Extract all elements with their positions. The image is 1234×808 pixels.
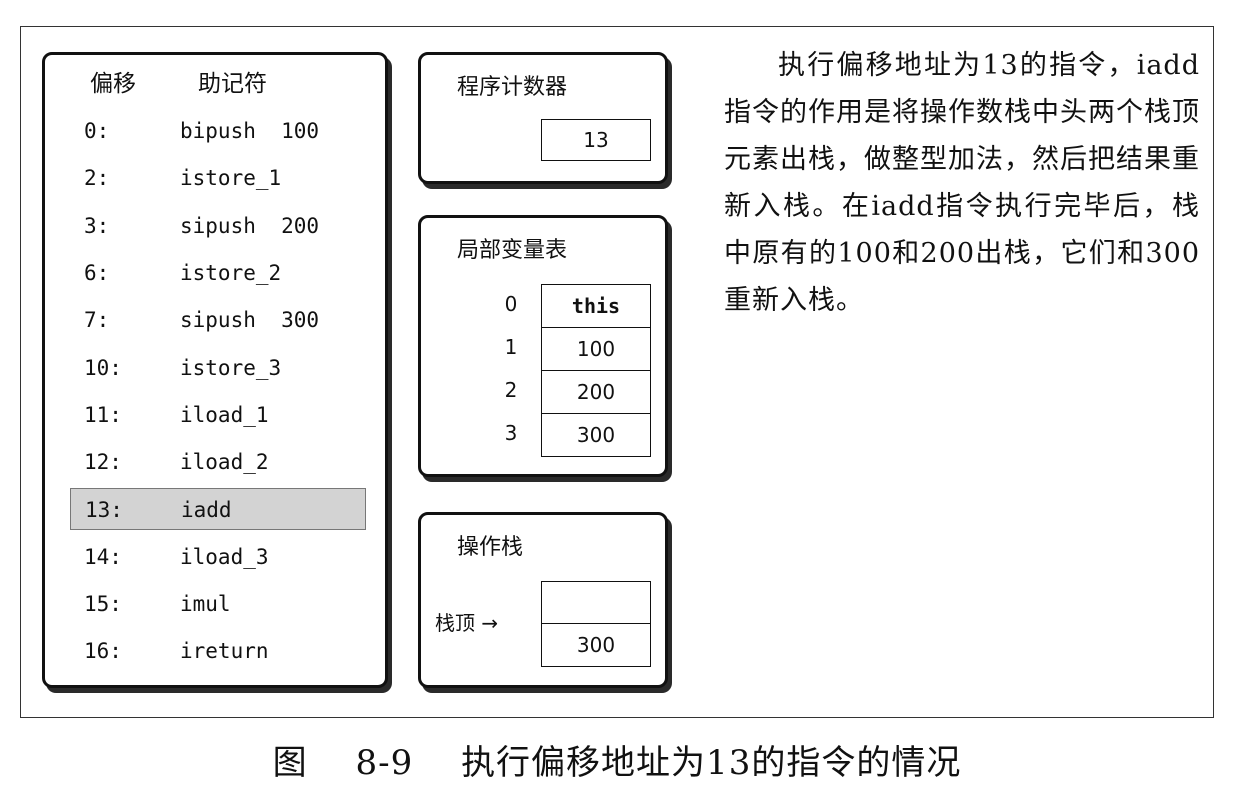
- local-var-index: 2: [504, 378, 518, 402]
- bytecode-row: 12: iload_2: [70, 441, 366, 483]
- local-var-cell: this: [541, 284, 651, 328]
- stack-cell-top: [541, 581, 651, 625]
- bytecode-instruction: imul: [180, 592, 231, 616]
- bytecode-instruction: istore_3: [180, 355, 282, 380]
- bytecode-instruction: iload_3: [180, 544, 269, 569]
- bytecode-offset: 14:: [84, 544, 122, 569]
- bytecode-row: 0: bipush 100: [70, 110, 366, 152]
- stack-top-label: 栈顶 →: [435, 607, 498, 636]
- operand-stack-panel: 操作栈 栈顶 → 300: [418, 512, 668, 688]
- description-text: 执行偏移地址为13的指令，iadd指令的作用是将操作数栈中头两个栈顶元素出栈，做…: [724, 50, 1200, 316]
- bytecode-instruction: ireturn: [180, 639, 269, 664]
- caption-number: 8-9: [355, 743, 414, 783]
- bytecode-row: 3: sipush 200: [70, 205, 366, 247]
- bytecode-row: 15: imul: [70, 583, 366, 625]
- bytecode-offset: 12:: [84, 450, 122, 475]
- offset-column-header: 偏移: [90, 71, 136, 97]
- bytecode-instruction: iload_2: [180, 450, 269, 475]
- caption-text: 执行偏移地址为13的指令的情况: [461, 743, 962, 783]
- bytecode-row: 11: iload_1: [70, 394, 366, 436]
- local-var-cell: 100: [541, 327, 651, 371]
- bytecode-row-current: 13: iadd: [70, 488, 366, 531]
- figure-caption: 图 8-9 执行偏移地址为13的指令的情况: [0, 735, 1234, 784]
- stack-top-arrow-icon: →: [481, 611, 499, 635]
- operand-stack-title: 操作栈: [457, 535, 524, 560]
- program-counter-panel: 程序计数器 13: [418, 52, 668, 184]
- bytecode-offset: 15:: [84, 592, 122, 616]
- local-variable-table-title: 局部变量表: [457, 238, 568, 263]
- bytecode-instruction: iadd: [181, 498, 232, 523]
- bytecode-offset: 16:: [84, 639, 122, 664]
- local-var-cell: 300: [541, 413, 651, 457]
- bytecode-row: 16: ireturn: [70, 630, 366, 672]
- bytecode-instruction: iload_1: [180, 402, 269, 427]
- bytecode-offset: 10:: [84, 355, 122, 380]
- bytecode-offset: 2:: [84, 166, 110, 191]
- caption-label: 图: [272, 743, 308, 783]
- bytecode-offset: 11:: [84, 402, 122, 427]
- local-var-cell: 200: [541, 370, 651, 414]
- bytecode-row: 2: istore_1: [70, 157, 366, 199]
- bytecode-offset: 6:: [84, 260, 110, 285]
- bytecode-instruction: istore_2: [180, 260, 282, 285]
- bytecode-row: 14: iload_3: [70, 536, 366, 578]
- bytecode-row: 10: istore_3: [70, 347, 366, 389]
- local-var-index: 3: [504, 421, 518, 445]
- bytecode-instruction: sipush 200: [180, 213, 320, 238]
- bytecode-row: 7: sipush 300: [70, 299, 366, 341]
- program-counter-title: 程序计数器: [457, 75, 568, 100]
- bytecode-row: 6: istore_2: [70, 252, 366, 294]
- stack-top-text: 栈顶: [435, 611, 475, 635]
- stack-cell-value: 300: [541, 623, 651, 667]
- bytecode-instruction: istore_1: [180, 166, 282, 191]
- local-var-index: 0: [504, 292, 518, 316]
- mnemonic-column-header: 助记符: [198, 71, 267, 97]
- local-variable-table-panel: 局部变量表 0 this 1 100 2 200 3 300: [418, 215, 668, 477]
- local-var-index: 1: [504, 335, 518, 359]
- bytecode-offset: 0:: [84, 119, 110, 143]
- program-counter-value: 13: [541, 119, 651, 161]
- bytecode-offset: 13:: [85, 498, 123, 523]
- bytecode-offset: 3:: [84, 213, 110, 238]
- bytecode-instruction: sipush 300: [180, 308, 320, 333]
- bytecode-instruction: bipush 100: [180, 119, 320, 143]
- bytecode-offset: 7:: [84, 308, 110, 333]
